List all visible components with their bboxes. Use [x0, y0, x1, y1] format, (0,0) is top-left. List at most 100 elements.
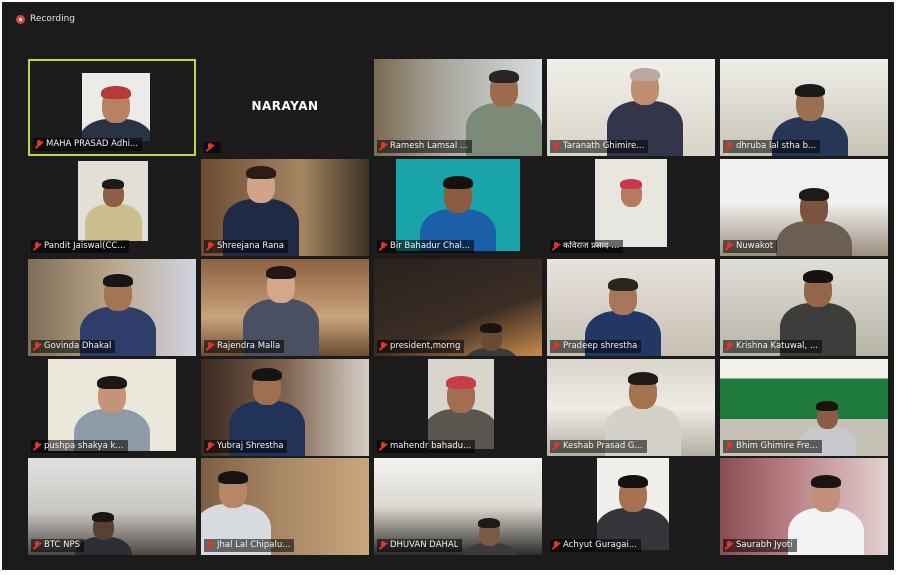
participant-nametag: Nuwakot [723, 240, 778, 253]
participant-silhouette [74, 510, 132, 555]
participant-nametag: dhruba lal stha b... [723, 140, 821, 153]
participant-nametag: DHUVAN DAHAL [377, 539, 463, 552]
participant-silhouette [602, 177, 660, 247]
participant-nametag: MAHA PRASAD Adhi... [33, 138, 143, 151]
participant-nametag: Pandit Jaiswal(CC... [31, 240, 130, 253]
participant-nametag: Bir Bahadur Chal... [377, 240, 475, 253]
participant-display-name: NARAYAN [251, 99, 319, 113]
participant-tile[interactable]: Saurabh Jyoti [720, 458, 888, 555]
participant-nametag: Achyut Guragai... [550, 539, 641, 552]
participant-silhouette [776, 185, 852, 256]
participant-tile[interactable]: Bhim Ghimire Fre... [720, 359, 888, 456]
muted-mic-icon [725, 342, 733, 351]
muted-mic-icon [725, 142, 733, 151]
participant-nametag: BTC NPS [31, 539, 85, 552]
muted-mic-icon [206, 242, 214, 251]
participant-nametag: Krishna Katuwal, ... [723, 340, 822, 353]
muted-mic-icon [33, 242, 41, 251]
participant-tile[interactable]: Achyut Guragai... [547, 458, 715, 555]
participant-name: pushpa shakya k... [44, 441, 124, 451]
participant-tile[interactable]: mahendr bahadu... [374, 359, 542, 456]
participant-silhouette [460, 516, 518, 555]
muted-mic-icon [552, 442, 560, 451]
participant-nametag: pushpa shakya k... [31, 440, 128, 453]
meeting-window: Recording MAHA PRASAD Adhi... NARAYAN Rame… [2, 2, 894, 570]
participant-name: Govinda Dhakal [44, 341, 112, 351]
participant-tile[interactable]: president,morng [374, 259, 542, 356]
participant-tile[interactable]: Ramesh Lamsal ... [374, 59, 542, 156]
participant-name: Shreejana Rana [217, 241, 284, 251]
participant-tile[interactable]: pushpa shakya k... [28, 359, 196, 456]
participant-silhouette [788, 472, 864, 555]
participant-silhouette [428, 373, 494, 449]
participant-tile[interactable]: Jhal Lal Chipalu... [201, 458, 369, 555]
participant-name: Achyut Guragai... [563, 540, 637, 550]
participant-tile[interactable]: Krishna Katuwal, ... [720, 259, 888, 356]
participant-silhouette [466, 67, 542, 156]
participant-tile[interactable]: Yubraj Shrestha [201, 359, 369, 456]
participant-tile[interactable]: MAHA PRASAD Adhi... [28, 59, 196, 156]
participant-silhouette [462, 321, 520, 356]
participant-nametag: president,morng [377, 340, 465, 353]
participant-name: Nuwakot [736, 241, 774, 251]
muted-mic-icon [379, 142, 387, 151]
participant-name: mahendr bahadu... [390, 441, 472, 451]
participant-nametag: Pradeep shrestha [550, 340, 642, 353]
participant-tile[interactable]: dhruba lal stha b... [720, 59, 888, 156]
participant-name: Pandit Jaiswal(CC... [44, 241, 126, 251]
participant-name: DHUVAN DAHAL [390, 540, 459, 550]
recording-label: Recording [30, 14, 76, 24]
participant-tile[interactable]: Pandit Jaiswal(CC... [28, 159, 196, 256]
participant-tile[interactable]: Pradeep shrestha [547, 259, 715, 356]
participant-nametag: कविराज प्रसाद ... [550, 240, 624, 253]
participant-tile[interactable]: कविराज प्रसाद ... [547, 159, 715, 256]
participant-tile[interactable]: BTC NPS [28, 458, 196, 555]
muted-mic-icon [206, 342, 214, 351]
muted-mic-icon [206, 541, 214, 550]
participant-silhouette [84, 177, 142, 241]
participant-name: BTC NPS [44, 540, 81, 550]
participant-tile[interactable]: Nuwakot [720, 159, 888, 256]
recording-indicator[interactable]: Recording [16, 12, 75, 26]
participant-name: कविराज प्रसाद ... [563, 241, 620, 251]
participant-nametag: Bhim Ghimire Fre... [723, 440, 822, 453]
participant-nametag: Taranath Ghimire... [550, 140, 649, 153]
participant-nametag: Jhal Lal Chipalu... [204, 539, 295, 552]
participant-tile[interactable]: Shreejana Rana [201, 159, 369, 256]
muted-mic-icon [379, 442, 387, 451]
recording-dot-icon [16, 14, 25, 24]
participant-nametag: Ramesh Lamsal ... [377, 140, 472, 153]
participant-tile[interactable]: NARAYAN [201, 59, 369, 156]
muted-mic-icon [206, 143, 214, 152]
muted-mic-icon [33, 442, 41, 451]
participant-tile[interactable]: DHUVAN DAHAL [374, 458, 542, 555]
participant-nametag: Shreejana Rana [204, 240, 288, 253]
participant-name: Ramesh Lamsal ... [390, 141, 468, 151]
participant-nametag: mahendr bahadu... [377, 440, 476, 453]
muted-mic-icon [206, 442, 214, 451]
muted-mic-icon [552, 142, 560, 151]
participant-name: Bhim Ghimire Fre... [736, 441, 818, 451]
video-frame [396, 159, 520, 251]
video-frame [428, 359, 494, 449]
participant-name: Taranath Ghimire... [563, 141, 645, 151]
muted-mic-icon [33, 541, 41, 550]
participant-nametag: Govinda Dhakal [31, 340, 116, 353]
muted-mic-icon [552, 541, 560, 550]
participant-name: Jhal Lal Chipalu... [217, 540, 291, 550]
participant-tile[interactable]: Govinda Dhakal [28, 259, 196, 356]
muted-mic-icon [379, 541, 387, 550]
participant-name: Rajendra Malla [217, 341, 281, 351]
participant-tile[interactable]: Bir Bahadur Chal... [374, 159, 542, 256]
participant-tile[interactable]: Rajendra Malla [201, 259, 369, 356]
participant-nametag: Saurabh Jyoti [723, 539, 797, 552]
muted-mic-icon [379, 242, 387, 251]
video-frame [595, 159, 667, 247]
participant-nametag: Keshab Prasad G... [550, 440, 647, 453]
participant-tile[interactable]: Keshab Prasad G... [547, 359, 715, 456]
participant-name: Pradeep shrestha [563, 341, 638, 351]
muted-mic-icon [725, 442, 733, 451]
participant-tile[interactable]: Taranath Ghimire... [547, 59, 715, 156]
muted-mic-icon [379, 342, 387, 351]
participant-nametag: Rajendra Malla [204, 340, 285, 353]
